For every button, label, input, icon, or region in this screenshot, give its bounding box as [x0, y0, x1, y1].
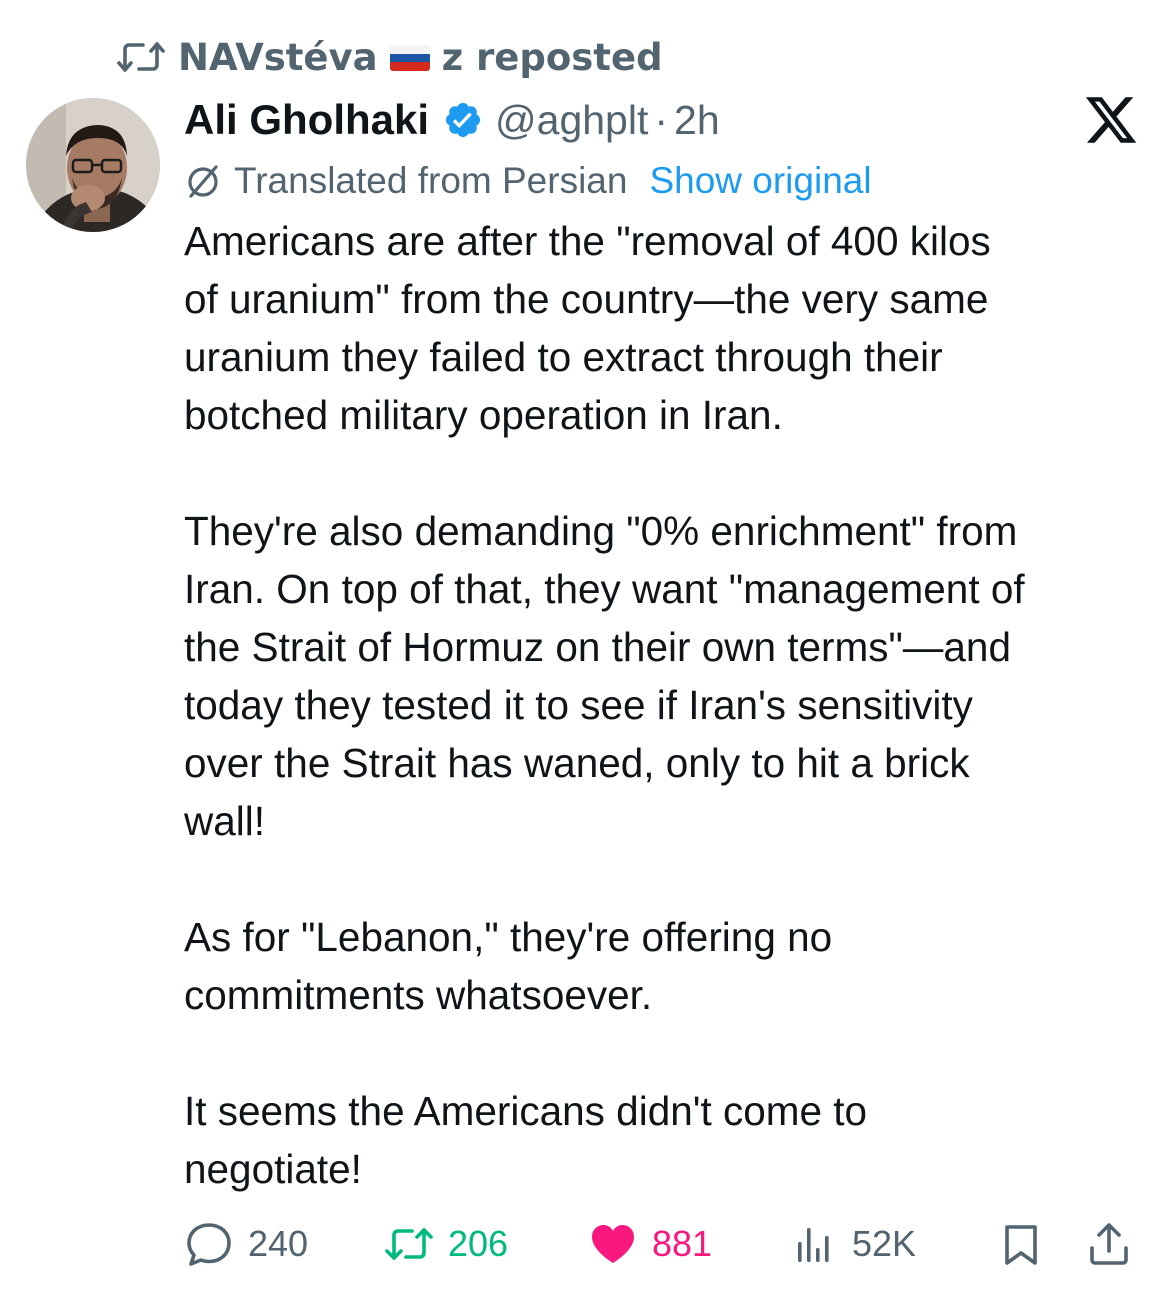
like-count: 881	[652, 1223, 713, 1264]
repost-context[interactable]: NAVstéva z reposted	[116, 34, 663, 80]
like-button[interactable]: 881	[588, 1216, 712, 1272]
tweet-paragraph: Americans are after the "removal of 400 …	[184, 218, 991, 438]
retweet-count: 206	[448, 1223, 509, 1264]
repost-icon	[116, 37, 166, 77]
tweet-header: Ali Gholhaki @aghplt · 2h	[184, 92, 720, 148]
tweet-text: Americans are after the "removal of 400 …	[184, 212, 1144, 1198]
views-button[interactable]: 52K	[788, 1216, 916, 1272]
views-count: 52K	[852, 1223, 917, 1264]
retweet-button[interactable]: 206	[384, 1216, 508, 1272]
reply-count: 240	[248, 1223, 309, 1264]
author-name[interactable]: Ali Gholhaki	[184, 96, 429, 144]
tweet-paragraph: It seems the Americans didn't come to ne…	[184, 1088, 868, 1192]
globe-icon	[184, 162, 222, 200]
heart-icon	[588, 1220, 638, 1268]
share-button[interactable]	[1084, 1216, 1148, 1272]
repost-label: z reposted	[441, 35, 663, 79]
tweet-paragraph: As for "Lebanon," they're offering no co…	[184, 914, 833, 1018]
timestamp[interactable]: 2h	[674, 97, 720, 144]
avatar[interactable]	[26, 98, 160, 232]
translation-bar: Translated from Persian Show original	[184, 158, 872, 204]
action-bar: 240 206 881 52K	[184, 1216, 1144, 1272]
retweet-icon	[384, 1220, 434, 1268]
reply-button[interactable]: 240	[184, 1216, 308, 1272]
bookmark-icon	[996, 1220, 1046, 1268]
views-icon	[788, 1220, 838, 1268]
x-logo-icon[interactable]	[1082, 92, 1140, 148]
separator-dot: ·	[654, 96, 669, 143]
russia-flag-icon	[389, 45, 430, 71]
verified-badge-icon[interactable]	[443, 100, 483, 140]
bookmark-button[interactable]	[996, 1216, 1060, 1272]
author-handle[interactable]: @aghplt	[495, 97, 648, 144]
translated-label: Translated from Persian	[234, 160, 628, 201]
show-original-link[interactable]: Show original	[649, 160, 871, 202]
reposter-name[interactable]: NAVstéva	[178, 36, 378, 79]
reply-icon	[184, 1220, 234, 1268]
tweet-paragraph: They're also demanding "0% enrichment" f…	[184, 508, 1025, 844]
share-icon	[1084, 1220, 1134, 1268]
